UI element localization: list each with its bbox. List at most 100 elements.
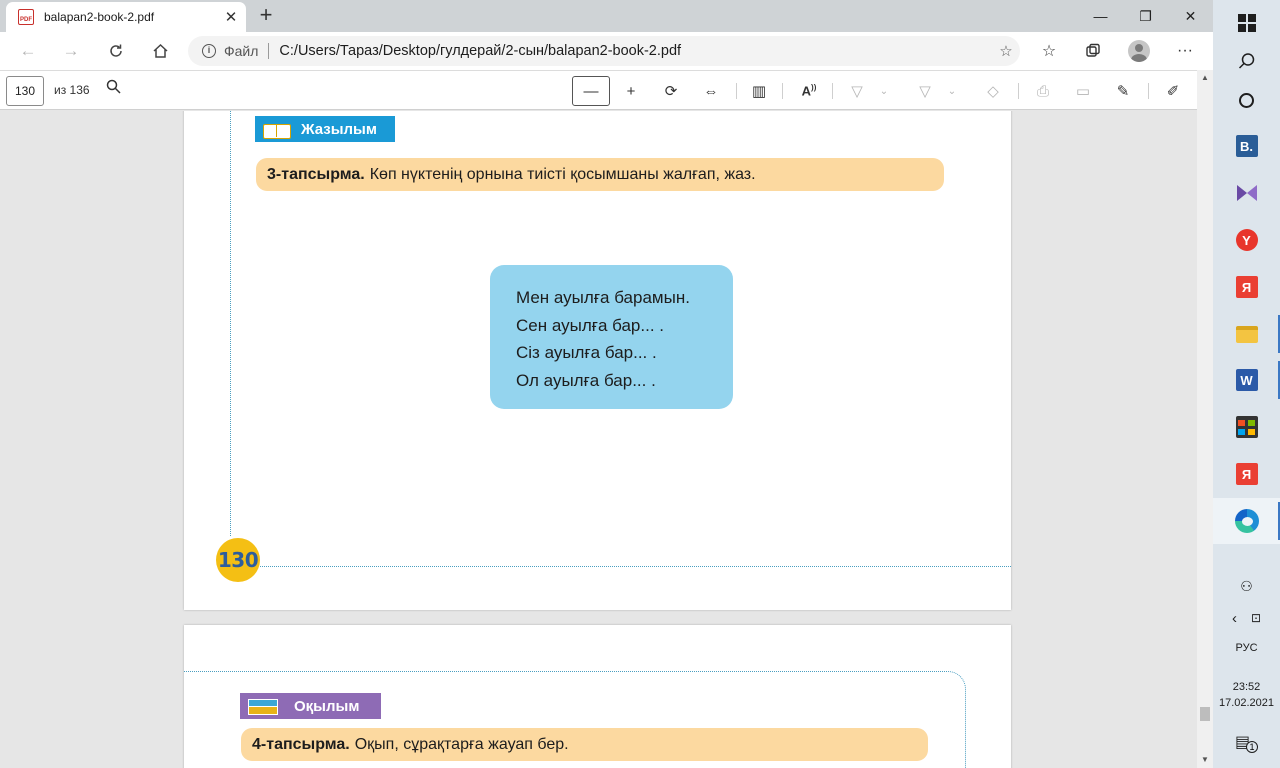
task-view-button[interactable]	[1213, 77, 1280, 123]
eraser-icon: ◇	[987, 83, 999, 100]
avatar	[1128, 40, 1150, 62]
minimize-button[interactable]: —	[1078, 0, 1123, 32]
close-window-button[interactable]: ✕	[1168, 0, 1213, 32]
collections-icon	[1086, 43, 1100, 57]
page-border-bottom	[260, 566, 1011, 567]
read-aloud-icon: A))	[801, 83, 817, 99]
taskbar-app-explorer[interactable]	[1213, 311, 1280, 357]
taskbar-app-edge[interactable]	[1213, 498, 1280, 544]
address-separator	[268, 43, 270, 59]
tab-active[interactable]: PDF balapan2-book-2.pdf ✕	[6, 2, 246, 32]
save-as-button[interactable]: ✎	[1106, 76, 1140, 106]
refresh-button[interactable]	[100, 35, 132, 67]
visual-studio-icon	[1236, 185, 1257, 201]
profile-button[interactable]	[1122, 35, 1156, 67]
scroll-down-arrow[interactable]: ▼	[1197, 752, 1213, 768]
taskbar-app-visual-studio[interactable]	[1213, 170, 1280, 216]
save-icon: ▭	[1075, 83, 1091, 100]
section-header: Жазылым	[255, 116, 395, 142]
vertical-scrollbar[interactable]: ▲ ▼	[1197, 70, 1213, 768]
draw-icon: ▽	[851, 83, 863, 100]
scheme-label: Файл	[224, 43, 259, 59]
erase-button[interactable]: ◇	[976, 76, 1010, 106]
tab-close-icon[interactable]: ✕	[220, 8, 242, 26]
new-tab-button[interactable]: +	[254, 3, 278, 27]
plus-icon: +	[626, 82, 636, 100]
highlight-options-button[interactable]: ⌄	[942, 76, 962, 106]
task-text: Көп нүктенің орнына тиісті қосымшаны жал…	[369, 165, 756, 183]
fit-width-button[interactable]: ⇔	[694, 76, 728, 106]
page-view-button[interactable]: ▥	[742, 76, 776, 106]
taskbar-app-yandex[interactable]: Я	[1213, 264, 1280, 310]
print-icon: ⎙	[1036, 82, 1049, 100]
task-banner: 4-тапсырма. Оқып, сұрақтарға жауап бер.	[241, 728, 928, 761]
save-as-icon: ✎	[1116, 83, 1130, 100]
rotate-icon: ⟳	[664, 83, 678, 100]
taskbar-app-yandex-2[interactable]: Я	[1213, 451, 1280, 497]
chevron-down-icon: ⌄	[947, 85, 957, 97]
tray-expander[interactable]: ‹ ⊡	[1213, 598, 1280, 638]
tab-strip: PDF balapan2-book-2.pdf ✕ + — ❐ ✕	[0, 0, 1213, 32]
taskbar-app-vk[interactable]: B.	[1213, 123, 1280, 169]
task-banner: 3-тапсырма. Көп нүктенің орнына тиісті қ…	[256, 158, 944, 191]
zoom-in-button[interactable]: +	[614, 76, 648, 106]
highlight-button[interactable]: ▽	[908, 76, 942, 106]
language-indicator[interactable]: РУС	[1213, 642, 1280, 654]
tab-title: balapan2-book-2.pdf	[44, 10, 155, 24]
page-number-input[interactable]: 130	[6, 76, 44, 106]
url-text[interactable]: C:/Users/Тараз/Desktop/гулдерай/2-сын/ba…	[279, 43, 992, 59]
sentence-line: Сіз ауылға бар... .	[516, 343, 657, 362]
taskbar-app-word[interactable]: W	[1213, 357, 1280, 403]
clock-date[interactable]: 17.02.2021	[1213, 697, 1280, 709]
yandex-icon: Я	[1235, 276, 1258, 298]
read-aloud-button[interactable]: A))	[792, 76, 826, 106]
forward-button[interactable]: →	[55, 35, 87, 67]
page-number-badge: 130	[216, 538, 260, 582]
clock-time[interactable]: 23:52	[1213, 681, 1280, 693]
home-button[interactable]	[144, 35, 176, 67]
word-icon: W	[1235, 369, 1258, 391]
draw-button[interactable]: ▽	[840, 76, 874, 106]
notification-count: 1	[1246, 741, 1259, 753]
fit-width-icon: ⇔	[703, 82, 719, 100]
restore-button[interactable]: ❐	[1123, 0, 1168, 32]
scroll-thumb[interactable]	[1200, 707, 1210, 721]
sentence-line: Ол ауылға бар... .	[516, 370, 656, 390]
cortana-icon	[1239, 92, 1254, 108]
search-icon	[106, 79, 121, 94]
pdf-viewport[interactable]: Жазылым 3-тапсырма. Көп нүктенің орнына …	[0, 111, 1197, 768]
rotate-button[interactable]: ⟳	[654, 76, 688, 106]
pdf-page-131: Оқылым 4-тапсырма. Оқып, сұрақтарға жауа…	[184, 625, 1011, 768]
zoom-out-button[interactable]: —	[572, 76, 610, 106]
settings-menu-button[interactable]: ···	[1168, 35, 1202, 67]
pdf-toolbar: 130 из 136 — + ⟳ ⇔ ▥ A)) ▽ ⌄ ▽ ⌄ ◇ ⎙ ▭ ✎…	[0, 70, 1213, 110]
pin-toolbar-button[interactable]: ✐	[1156, 76, 1190, 106]
chevron-left-icon: ‹	[1231, 609, 1237, 627]
print-button[interactable]: ⎙	[1026, 76, 1060, 106]
refresh-icon	[110, 44, 122, 57]
search-icon	[1238, 53, 1254, 69]
taskbar-app-yandex-browser[interactable]: Y	[1213, 217, 1280, 263]
collections-button[interactable]	[1076, 35, 1110, 67]
window-controls: — ❐ ✕	[1078, 0, 1213, 32]
notifications-button[interactable]: ▤ 1	[1213, 722, 1280, 762]
yandex-icon: Я	[1235, 463, 1258, 485]
find-button[interactable]	[106, 79, 121, 98]
toolbar-separator	[832, 83, 833, 99]
draw-options-button[interactable]: ⌄	[874, 76, 894, 106]
highlight-icon: ▽	[919, 83, 931, 100]
info-icon[interactable]: i	[202, 44, 216, 58]
back-button[interactable]: ←	[12, 35, 44, 67]
address-bar-row: ← → i Файл C:/Users/Тараз/Desktop/гулдер…	[0, 32, 1213, 70]
sentence-line: Сен ауылға бар... .	[516, 315, 664, 335]
address-bar[interactable]: i Файл C:/Users/Тараз/Desktop/гулдерай/2…	[188, 36, 1020, 66]
task-text: Оқып, сұрақтарға жауап бер.	[354, 735, 569, 753]
add-favorite-icon[interactable]: ☆	[992, 42, 1020, 60]
taskbar-app-store[interactable]	[1213, 404, 1280, 450]
vk-icon: B.	[1235, 135, 1258, 157]
favorites-button[interactable]: ☆	[1032, 35, 1066, 67]
scroll-up-arrow[interactable]: ▲	[1197, 70, 1213, 86]
page-total: из 136	[54, 83, 90, 97]
section-title: Жазылым	[301, 120, 377, 138]
save-button[interactable]: ▭	[1066, 76, 1100, 106]
